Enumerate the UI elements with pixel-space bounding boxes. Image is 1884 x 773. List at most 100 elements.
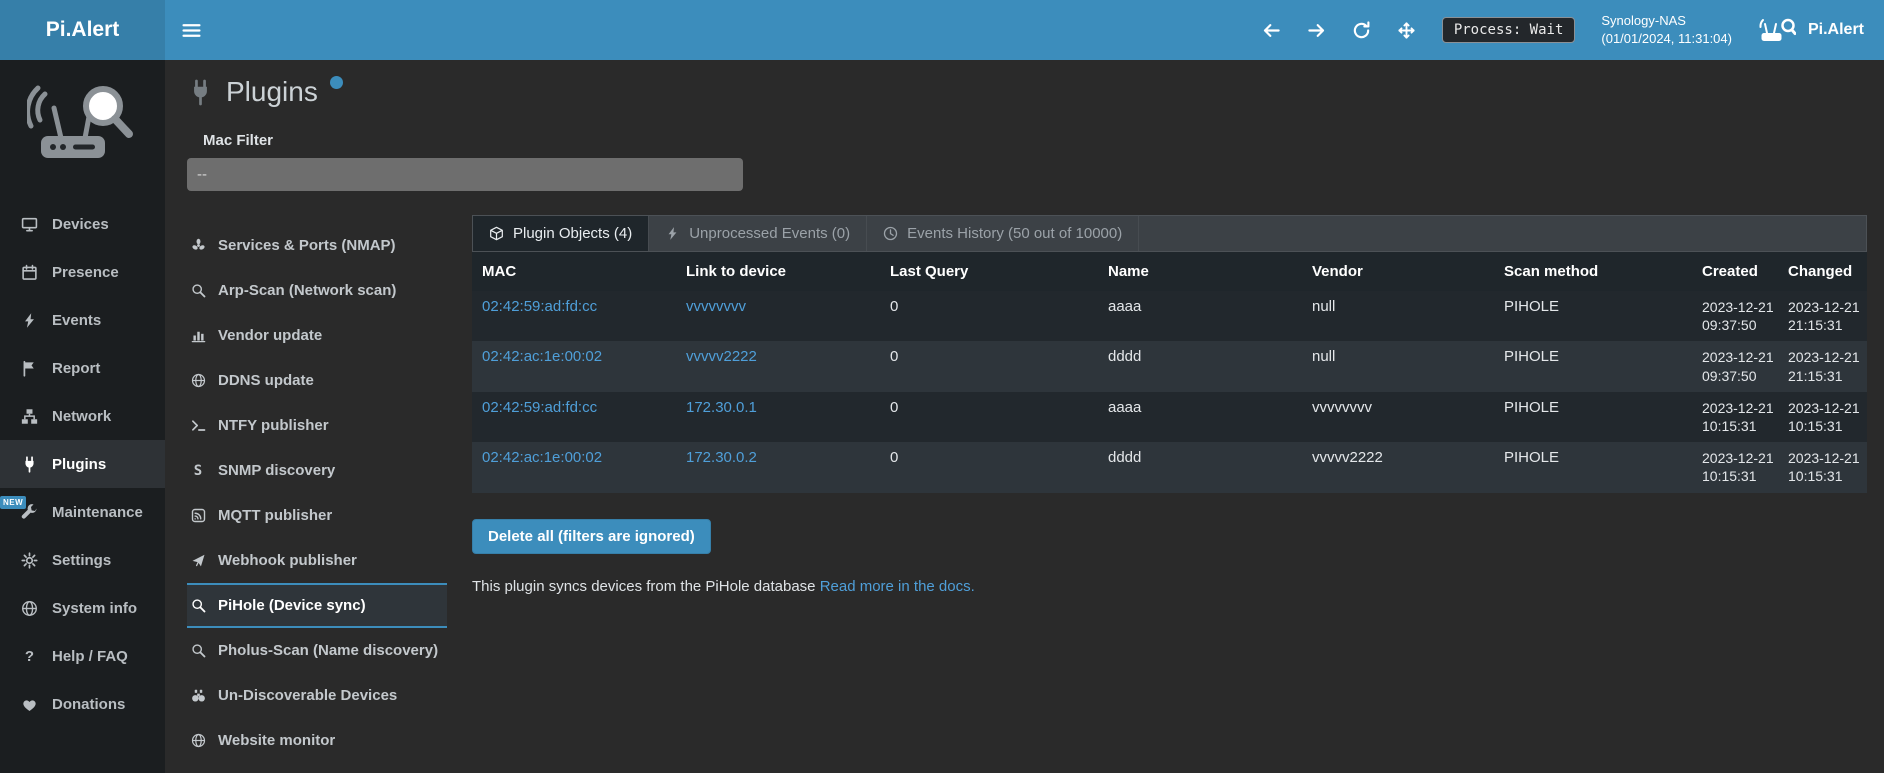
name-cell: aaaa: [1098, 291, 1302, 341]
mac-link[interactable]: 02:42:59:ad:fd:cc: [482, 399, 597, 416]
delete-all-button[interactable]: Delete all (filters are ignored): [472, 519, 711, 554]
device-cell: vvvvvvvv: [676, 291, 880, 341]
tab-label: Unprocessed Events (0): [689, 225, 850, 242]
col-mac: MAC: [472, 252, 676, 291]
plugin-nav-vendor-update[interactable]: Vendor update: [187, 313, 447, 358]
forward-icon[interactable]: [1307, 21, 1326, 40]
pialert-router-logo: [0, 60, 165, 176]
plugin-nav-list: Services & Ports (NMAP) Arp-Scan (Networ…: [187, 215, 447, 763]
tab-label: Plugin Objects (4): [513, 225, 632, 242]
events-icon: [20, 312, 39, 329]
plugin-nav-undiscoverable-devices[interactable]: Un-Discoverable Devices: [187, 673, 447, 718]
back-icon[interactable]: [1262, 21, 1281, 40]
mac-cell: 02:42:59:ad:fd:cc: [472, 291, 676, 341]
fan-icon: [189, 238, 207, 253]
clock-icon: [883, 226, 898, 241]
devices-icon: [20, 216, 39, 233]
plugin-nav-label: DDNS update: [218, 372, 314, 389]
changed-cell: 2023-12-21 10:15:31: [1784, 392, 1867, 442]
host-name: Synology-NAS: [1601, 12, 1732, 30]
sidebar-item-label: Report: [52, 360, 100, 377]
device-link[interactable]: vvvvvvvv: [686, 298, 746, 315]
chart-icon: [189, 328, 207, 343]
changed-cell: 2023-12-21 21:15:31: [1784, 341, 1867, 391]
mac-filter-input[interactable]: [187, 158, 743, 191]
col-changed: Changed: [1784, 252, 1867, 291]
created-cell: 2023-12-21 10:15:31: [1698, 392, 1784, 442]
plugin-nav-label: Webhook publisher: [218, 552, 357, 569]
mac-link[interactable]: 02:42:ac:1e:00:02: [482, 348, 602, 365]
plugin-nav-ntfy-publisher[interactable]: NTFY publisher: [187, 403, 447, 448]
network-icon: [20, 408, 39, 425]
bolt-icon: [665, 226, 680, 241]
sidebar-item-presence[interactable]: Presence: [0, 248, 165, 296]
question-icon: ?: [20, 648, 39, 665]
last-query-cell: 0: [880, 392, 1098, 442]
search-icon: [189, 283, 207, 298]
mac-link[interactable]: 02:42:59:ad:fd:cc: [482, 298, 597, 315]
col-scan-method: Scan method: [1494, 252, 1698, 291]
device-cell: 172.30.0.2: [676, 442, 880, 492]
plugin-nav-label: Services & Ports (NMAP): [218, 237, 396, 254]
title-info-badge[interactable]: [330, 76, 343, 89]
col-vendor: Vendor: [1302, 252, 1494, 291]
plugin-nav-label: Pholus-Scan (Name discovery): [218, 642, 438, 659]
sidebar-item-maintenance[interactable]: NEW Maintenance: [0, 488, 165, 536]
table-row: 02:42:ac:1e:00:02 172.30.0.2 0 dddd vvvv…: [472, 442, 1867, 492]
sidebar-item-help-faq[interactable]: ? Help / FAQ: [0, 632, 165, 680]
plugin-nav-webhook-publisher[interactable]: Webhook publisher: [187, 538, 447, 583]
sidebar-item-devices[interactable]: Devices: [0, 200, 165, 248]
plugin-description: This plugin syncs devices from the PiHol…: [472, 578, 1867, 595]
docs-link[interactable]: Read more in the docs.: [820, 578, 975, 595]
plugin-nav-website-monitor[interactable]: Website monitor: [187, 718, 447, 763]
pialert-mini-logo-icon: [1758, 16, 1796, 44]
plugin-nav-pholus-scan[interactable]: Pholus-Scan (Name discovery): [187, 628, 447, 673]
vendor-cell: vvvvv2222: [1302, 442, 1494, 492]
last-query-cell: 0: [880, 291, 1098, 341]
plugin-description-text: This plugin syncs devices from the PiHol…: [472, 578, 816, 595]
brand-label: Pi.Alert: [46, 18, 120, 42]
page-title: Plugins: [226, 76, 318, 108]
table-row: 02:42:59:ad:fd:cc vvvvvvvv 0 aaaa null P…: [472, 291, 1867, 341]
content: Plugins Mac Filter Services & Ports (NMA…: [165, 60, 1884, 773]
tab-events-history[interactable]: Events History (50 out of 10000): [867, 216, 1139, 251]
sidebar-item-events[interactable]: Events: [0, 296, 165, 344]
expand-icon[interactable]: [1397, 21, 1416, 40]
device-link[interactable]: 172.30.0.2: [686, 449, 757, 466]
sidebar-item-donations[interactable]: Donations: [0, 680, 165, 728]
plugin-nav-pihole-device-sync[interactable]: PiHole (Device sync): [187, 583, 447, 628]
plugin-nav-mqtt-publisher[interactable]: MQTT publisher: [187, 493, 447, 538]
created-cell: 2023-12-21 09:37:50: [1698, 341, 1784, 391]
plugin-nav-services-ports-nmap[interactable]: Services & Ports (NMAP): [187, 223, 447, 268]
device-link[interactable]: vvvvv2222: [686, 348, 757, 365]
created-cell: 2023-12-21 09:37:50: [1698, 291, 1784, 341]
sidebar-item-settings[interactable]: Settings: [0, 536, 165, 584]
tab-unprocessed-events[interactable]: Unprocessed Events (0): [649, 216, 867, 251]
plugin-nav-snmp-discovery[interactable]: S SNMP discovery: [187, 448, 447, 493]
col-last-query: Last Query: [880, 252, 1098, 291]
tab-strip: Plugin Objects (4) Unprocessed Events (0…: [472, 215, 1867, 252]
device-link[interactable]: 172.30.0.1: [686, 399, 757, 416]
scan-method-cell: PIHOLE: [1494, 442, 1698, 492]
plugin-area: Services & Ports (NMAP) Arp-Scan (Networ…: [187, 215, 1884, 763]
brand-logo[interactable]: Pi.Alert: [0, 0, 165, 60]
plugin-nav-ddns-update[interactable]: DDNS update: [187, 358, 447, 403]
sidebar-item-report[interactable]: Report: [0, 344, 165, 392]
send-icon: [189, 553, 207, 568]
sidebar-item-plugins[interactable]: Plugins: [0, 440, 165, 488]
menu-toggle-icon[interactable]: [181, 20, 202, 41]
plugin-nav-label: MQTT publisher: [218, 507, 332, 524]
globe-icon: [189, 733, 207, 748]
refresh-icon[interactable]: [1352, 21, 1371, 40]
sidebar-item-system-info[interactable]: System info: [0, 584, 165, 632]
host-info: Synology-NAS (01/01/2024, 11:31:04): [1601, 12, 1732, 48]
sidebar-item-network[interactable]: Network: [0, 392, 165, 440]
mac-cell: 02:42:59:ad:fd:cc: [472, 392, 676, 442]
search-icon: [189, 598, 207, 613]
plugin-nav-arp-scan[interactable]: Arp-Scan (Network scan): [187, 268, 447, 313]
table-row: 02:42:ac:1e:00:02 vvvvv2222 0 dddd null …: [472, 341, 1867, 391]
mac-link[interactable]: 02:42:ac:1e:00:02: [482, 449, 602, 466]
sidebar-item-label: Network: [52, 408, 111, 425]
sidebar-item-label: Donations: [52, 696, 125, 713]
tab-plugin-objects[interactable]: Plugin Objects (4): [473, 216, 649, 251]
